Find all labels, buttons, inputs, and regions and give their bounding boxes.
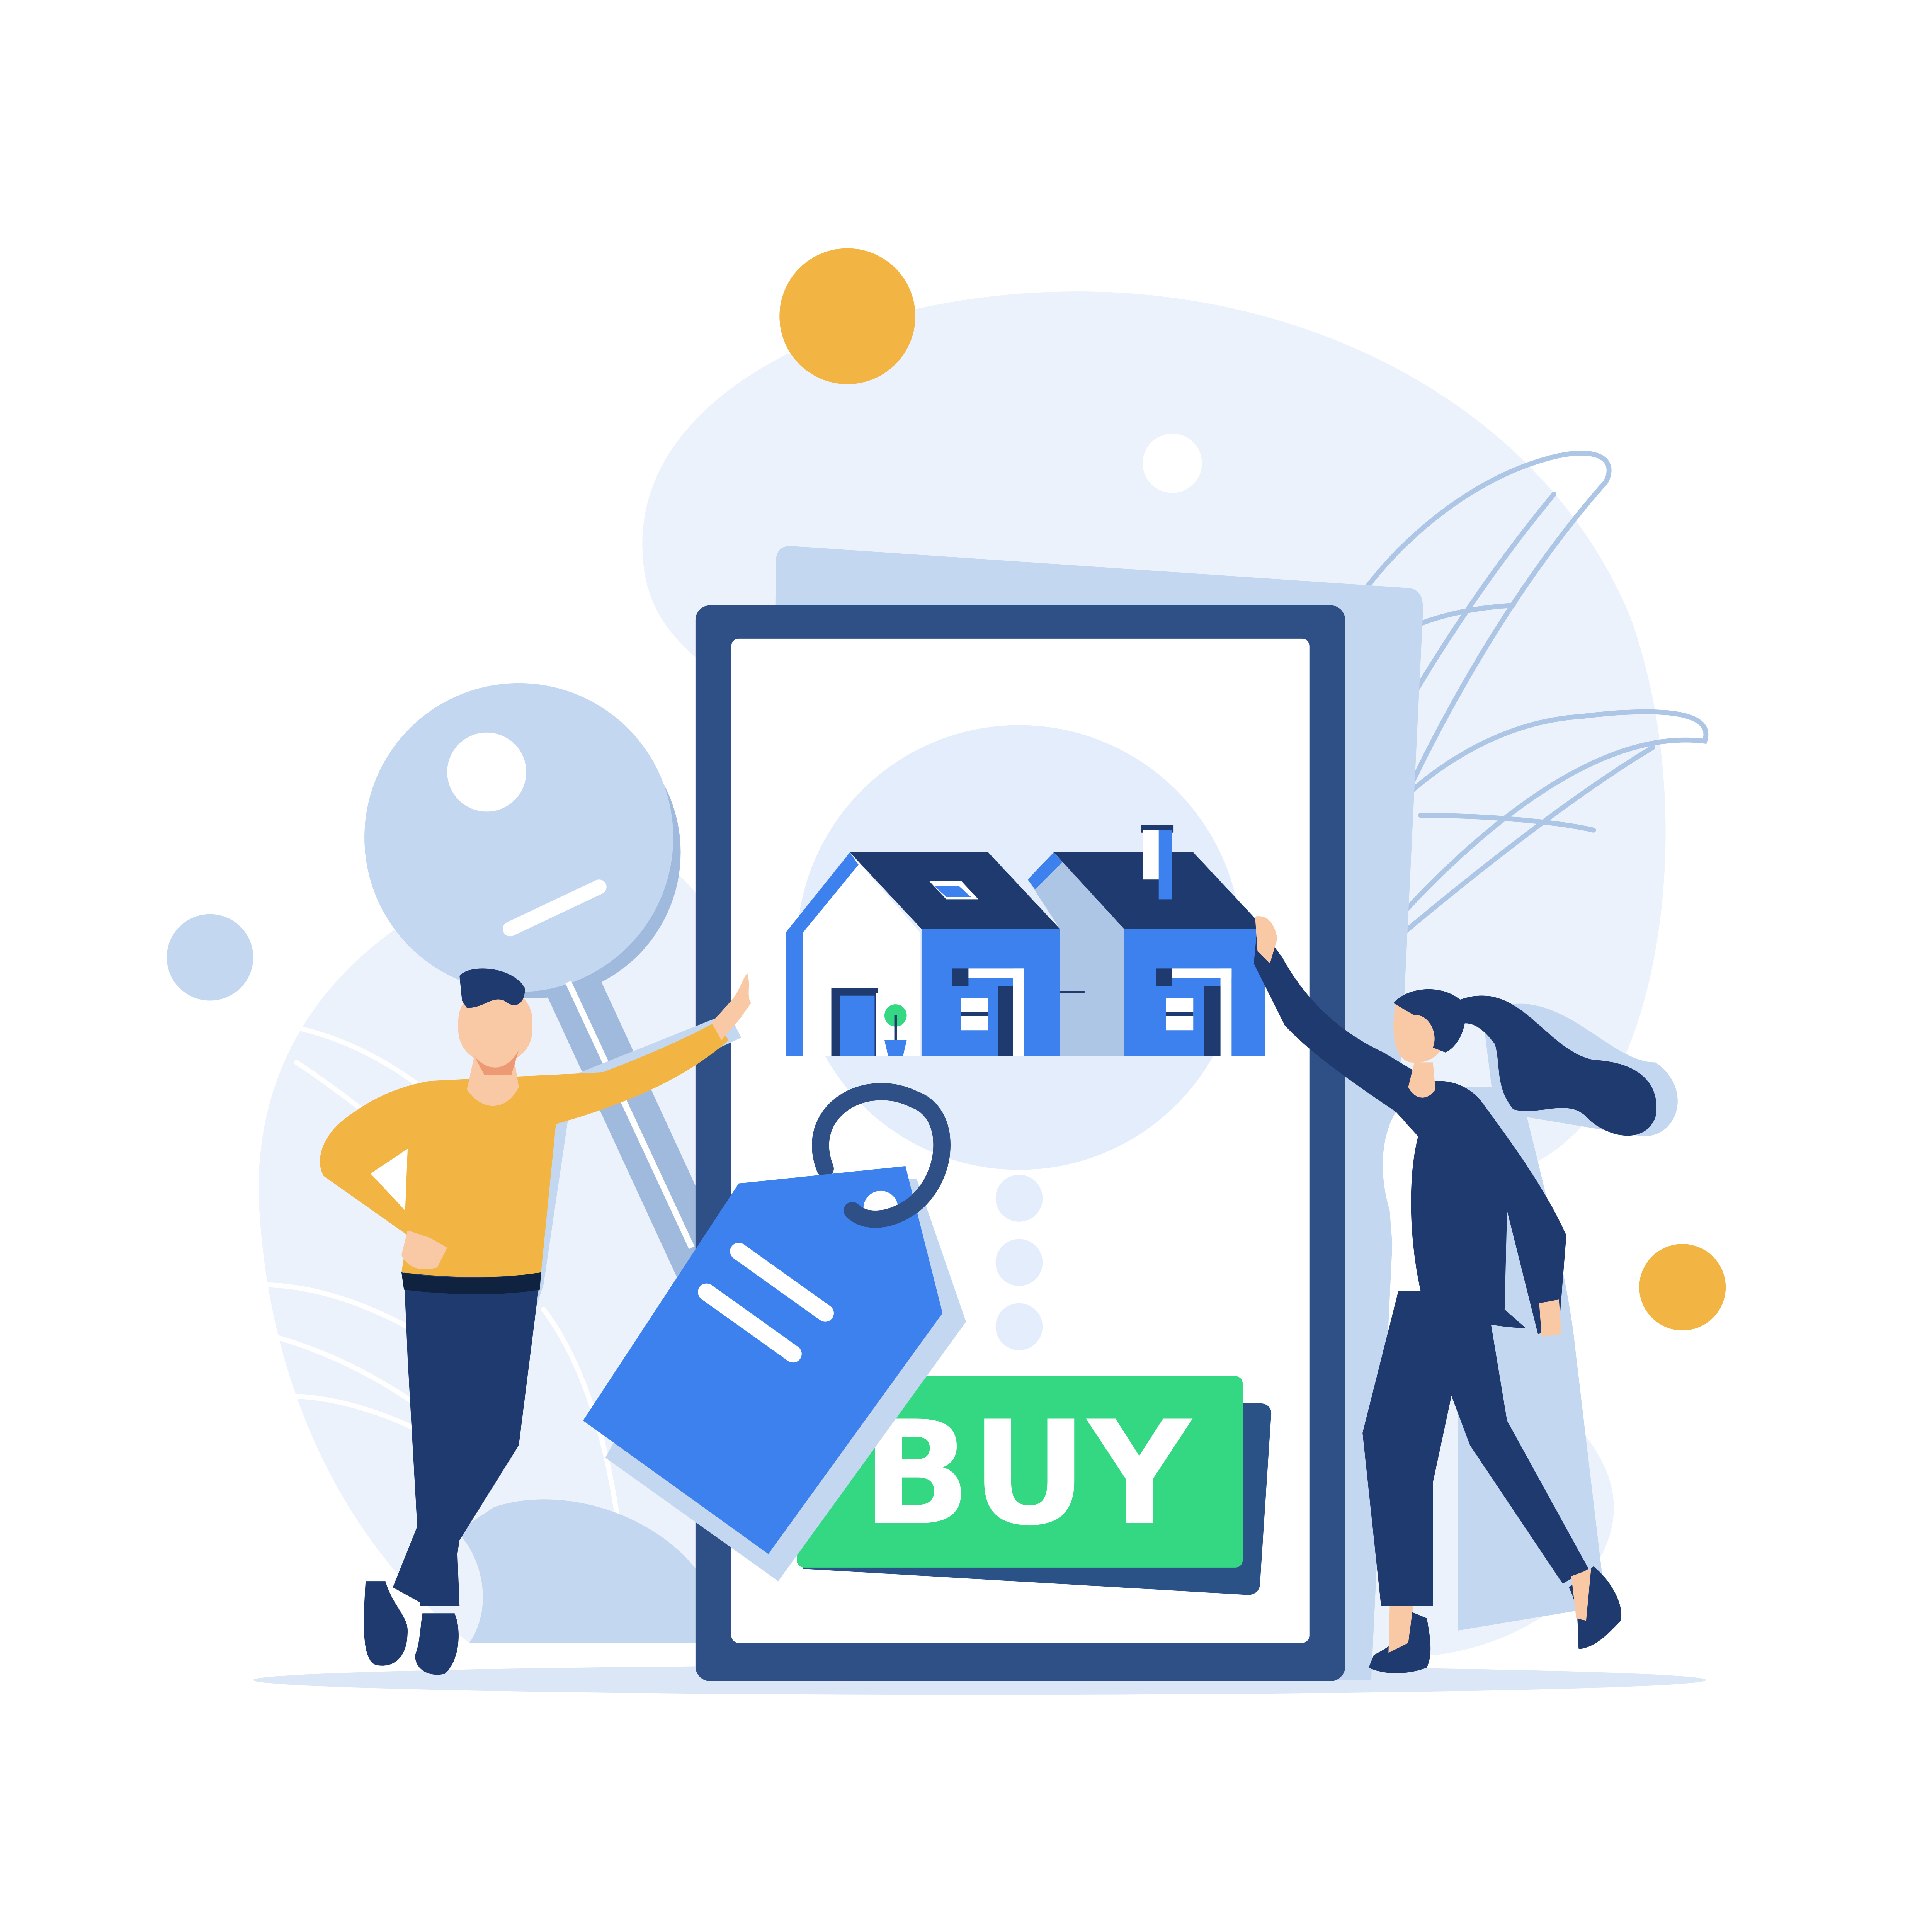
buy-button-label: BUY [862,1391,1192,1557]
progress-dot [995,1239,1043,1286]
orange-dot-right [1639,1244,1726,1331]
real-estate-illustration: BUY [167,248,1726,1695]
orange-dot-top [779,248,915,384]
progress-dot [995,1175,1043,1222]
progress-dot [995,1303,1043,1350]
blue-dot-left [167,914,253,1001]
white-dot [1143,434,1202,493]
